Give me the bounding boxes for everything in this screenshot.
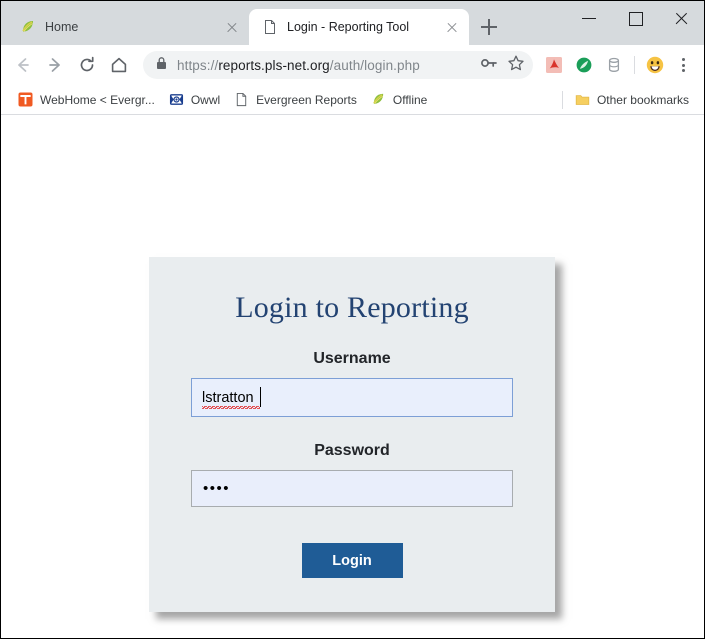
login-button[interactable]: Login bbox=[301, 543, 403, 578]
other-bookmarks-button[interactable]: Other bookmarks bbox=[568, 89, 696, 111]
close-window-button[interactable] bbox=[658, 1, 704, 35]
kebab-menu-icon[interactable] bbox=[670, 50, 696, 80]
username-input[interactable]: lstratton bbox=[191, 378, 513, 417]
close-icon[interactable] bbox=[444, 19, 460, 35]
lock-icon bbox=[155, 56, 168, 75]
url-path: /auth/login.php bbox=[329, 57, 420, 73]
bookmark-label: Offline bbox=[392, 92, 428, 107]
star-icon[interactable] bbox=[507, 54, 525, 77]
page-viewport: Login to Reporting Username lstratton Pa… bbox=[1, 115, 704, 638]
reload-button[interactable] bbox=[71, 49, 103, 81]
tab-strip: Home Login - Reporting Tool bbox=[1, 1, 704, 45]
bookmark-evergreen-reports[interactable]: Evergreen Reports bbox=[227, 89, 364, 111]
tab-home[interactable]: Home bbox=[7, 9, 249, 45]
page-title: Login to Reporting bbox=[235, 291, 469, 324]
password-label: Password bbox=[314, 442, 390, 459]
text-caret bbox=[260, 387, 262, 407]
orange-t-icon bbox=[18, 92, 34, 108]
navigation-toolbar: https://reports.pls-net.org/auth/login.p… bbox=[1, 45, 704, 85]
tab-label: Home bbox=[45, 20, 79, 34]
bookmark-owwl[interactable]: Owwl bbox=[162, 89, 227, 111]
owl-icon bbox=[169, 92, 185, 108]
emoji-avatar-icon[interactable] bbox=[640, 50, 670, 80]
bookmark-offline[interactable]: Offline bbox=[364, 89, 434, 111]
bookmark-label: WebHome < Evergr... bbox=[40, 92, 155, 107]
key-icon[interactable] bbox=[480, 55, 498, 76]
close-icon[interactable] bbox=[224, 19, 240, 35]
bookmark-label: Evergreen Reports bbox=[256, 92, 357, 107]
submit-row: Login bbox=[149, 543, 555, 578]
bookmarks-bar: WebHome < Evergr... Owwl Evergreen Repor… bbox=[1, 85, 704, 115]
other-bookmarks-container: Other bookmarks bbox=[557, 85, 696, 114]
other-bookmarks-label: Other bookmarks bbox=[596, 92, 689, 107]
document-icon bbox=[234, 92, 250, 108]
login-card: Login to Reporting Username lstratton Pa… bbox=[149, 257, 555, 612]
url-text[interactable]: https://reports.pls-net.org/auth/login.p… bbox=[177, 58, 471, 73]
minimize-button[interactable] bbox=[566, 1, 612, 35]
bookmark-webhome[interactable]: WebHome < Evergr... bbox=[11, 89, 162, 111]
bookmarks-divider bbox=[561, 90, 563, 109]
toolbar-divider bbox=[634, 56, 635, 74]
window-controls bbox=[566, 1, 704, 35]
home-button[interactable] bbox=[103, 49, 135, 81]
extension-icons bbox=[539, 50, 696, 80]
tab-login-reporting-tool[interactable]: Login - Reporting Tool bbox=[249, 9, 469, 45]
maximize-button[interactable] bbox=[612, 1, 658, 35]
url-scheme: https:// bbox=[177, 57, 219, 73]
username-value: lstratton bbox=[202, 390, 254, 406]
green-globe-extension-icon[interactable] bbox=[569, 50, 599, 80]
browser-window: Home Login - Reporting Tool https://repo… bbox=[0, 0, 705, 639]
spellcheck-underline bbox=[202, 406, 260, 409]
adobe-pdf-extension-icon[interactable] bbox=[539, 50, 569, 80]
new-tab-button[interactable] bbox=[474, 12, 504, 42]
database-extension-icon[interactable] bbox=[599, 50, 629, 80]
forward-button[interactable] bbox=[39, 49, 71, 81]
document-icon bbox=[262, 19, 278, 35]
folder-icon bbox=[575, 92, 591, 108]
password-input[interactable]: •••• bbox=[191, 470, 513, 507]
leaf-icon bbox=[20, 19, 36, 35]
leaf-icon bbox=[371, 92, 387, 108]
bookmark-label: Owwl bbox=[190, 92, 221, 107]
address-bar[interactable]: https://reports.pls-net.org/auth/login.p… bbox=[143, 51, 533, 79]
username-label: Username bbox=[313, 350, 391, 367]
url-host: reports.pls-net.org bbox=[218, 57, 330, 73]
password-value: •••• bbox=[203, 480, 231, 497]
tab-label: Login - Reporting Tool bbox=[287, 20, 410, 34]
back-button[interactable] bbox=[7, 49, 39, 81]
